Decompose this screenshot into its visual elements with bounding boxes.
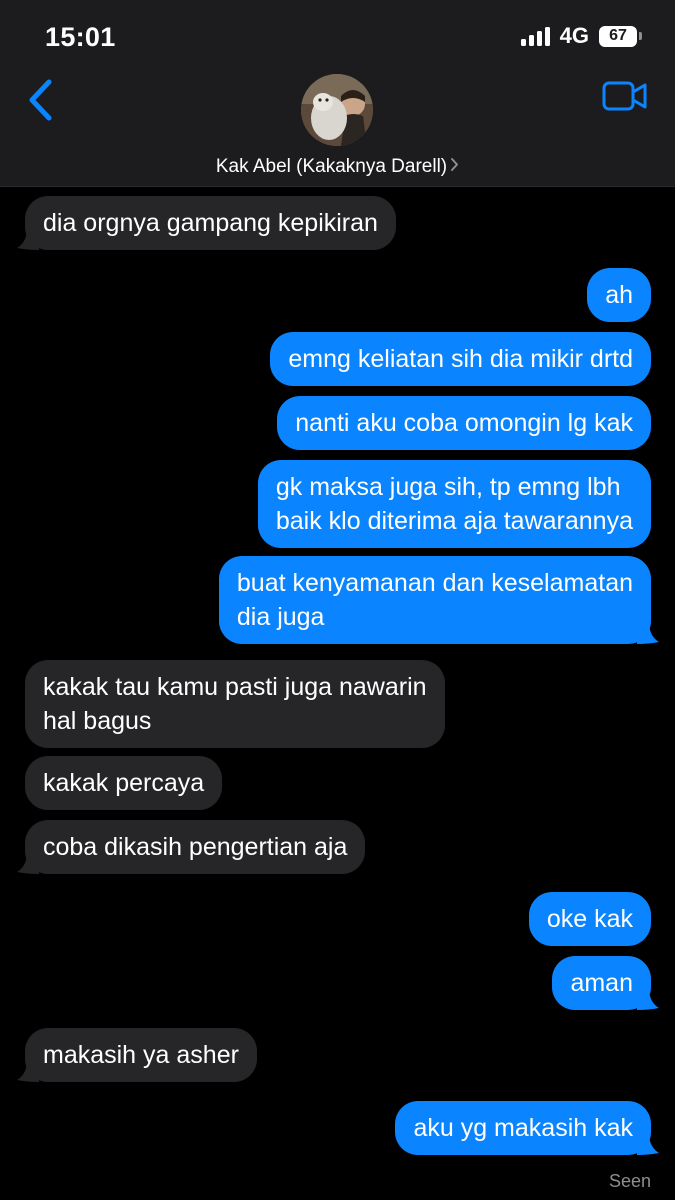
message-bubble-incoming[interactable]: dia orgnya gampang kepikiran: [17, 196, 396, 250]
avatar-photo: [301, 74, 373, 146]
message-text: ah: [605, 281, 633, 309]
contact-avatar[interactable]: [301, 74, 373, 146]
message-bubble-outgoing[interactable]: gk maksa juga sih, tp emng lbh baik klo …: [257, 460, 651, 548]
message-bubble-outgoing[interactable]: ah: [587, 268, 651, 322]
video-call-button[interactable]: [601, 76, 649, 116]
network-type: 4G: [559, 23, 589, 48]
message-text-line: buat kenyamanan dan keselamatan: [236, 569, 633, 597]
status-time: 15:01: [45, 22, 116, 52]
message-text: dia orgnya gampang kepikiran: [43, 209, 378, 237]
status-indicators: 4G 67: [520, 22, 642, 50]
conversation-header: 15:01 4G 67 Kak Abel (Kakaknya Darell): [0, 0, 675, 187]
bubble-tail: [637, 622, 659, 644]
message-bubble-outgoing[interactable]: buat kenyamanan dan keselamatan dia juga: [218, 556, 659, 644]
message-bubble-outgoing[interactable]: nanti aku coba omongin lg kak: [277, 396, 651, 450]
bubble-tail: [17, 852, 39, 874]
message-text: oke kak: [546, 905, 633, 933]
chevron-right-icon: [451, 158, 459, 172]
chevron-left-icon: [29, 79, 52, 121]
message-text: makasih ya asher: [43, 1041, 239, 1069]
message-bubble-incoming[interactable]: makasih ya asher: [17, 1028, 257, 1082]
message-text: aman: [570, 969, 633, 997]
video-camera-icon: [602, 81, 647, 111]
message-text-line: gk maksa juga sih, tp emng lbh: [275, 473, 621, 501]
message-text-line: dia juga: [236, 603, 325, 631]
battery-tip: [639, 32, 642, 40]
message-text: aku yg makasih kak: [413, 1114, 633, 1142]
message-text: kakak percaya: [43, 769, 205, 797]
message-text-line: kakak tau kamu pasti juga nawarin: [43, 673, 427, 701]
message-text: nanti aku coba omongin lg kak: [295, 409, 633, 437]
battery-level: 67: [609, 27, 627, 44]
message-bubble-outgoing[interactable]: emng keliatan sih dia mikir drtd: [270, 332, 651, 386]
back-button[interactable]: [20, 75, 60, 125]
contact-name[interactable]: Kak Abel (Kakaknya Darell): [0, 156, 675, 178]
bubble-tail: [637, 1133, 659, 1155]
bubble-tail: [17, 228, 39, 250]
message-bubble-incoming[interactable]: coba dikasih pengertian aja: [17, 820, 366, 874]
message-text-line: baik klo diterima aja tawarannya: [275, 507, 633, 535]
battery-icon: 67: [599, 25, 637, 47]
message-bubble-incoming[interactable]: kakak tau kamu pasti juga nawarin hal ba…: [25, 660, 445, 748]
message-text: coba dikasih pengertian aja: [43, 833, 348, 861]
bubble-tail: [17, 1060, 39, 1082]
contact-name-label: Kak Abel (Kakaknya Darell): [215, 156, 448, 177]
bubble-tail: [637, 988, 659, 1010]
read-receipt: Seen: [608, 1171, 651, 1191]
message-bubble-outgoing[interactable]: aku yg makasih kak: [395, 1101, 659, 1155]
cellular-signal-icon: [520, 26, 550, 46]
message-bubble-outgoing[interactable]: oke kak: [528, 892, 651, 946]
message-bubble-outgoing[interactable]: aman: [552, 956, 659, 1010]
message-text-line: hal bagus: [43, 707, 152, 735]
message-text: emng keliatan sih dia mikir drtd: [288, 345, 633, 373]
message-bubble-incoming[interactable]: kakak percaya: [25, 756, 223, 810]
